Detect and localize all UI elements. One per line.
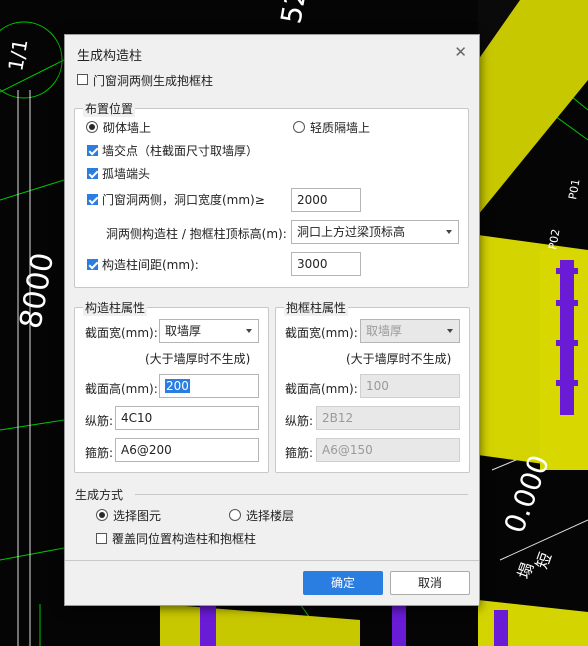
wall-intersection-label: 墙交点（柱截面尺寸取墙厚）	[102, 144, 259, 158]
cancel-button[interactable]: 取消	[390, 571, 470, 595]
radio-select-floor[interactable]	[229, 509, 241, 521]
opening-width-input[interactable]: 2000	[291, 188, 361, 212]
column-height-value: 200	[165, 379, 190, 393]
frame-props-legend: 抱框柱属性	[284, 299, 349, 316]
radio-masonry-label: 砌体墙上	[103, 121, 152, 135]
column-width-note: (大于墙厚时不生成)	[145, 352, 251, 366]
placement-legend: 布置位置	[83, 100, 136, 117]
overwrite-checkbox[interactable]	[96, 533, 107, 544]
radio-select-element[interactable]	[96, 509, 108, 521]
column-stirrup-input[interactable]: A6@200	[115, 438, 259, 462]
frame-stirrup-label: 箍筋:	[285, 446, 314, 460]
frame-width-label: 截面宽(mm):	[285, 326, 358, 340]
radio-light-wall[interactable]	[293, 121, 305, 133]
wall-end-checkbox[interactable]	[87, 168, 98, 179]
frame-long-bar-label: 纵筋:	[285, 414, 314, 428]
column-height-label: 截面高(mm):	[85, 382, 158, 396]
frame-stirrup-input[interactable]: A6@150	[316, 438, 460, 462]
column-width-select[interactable]: 取墙厚	[159, 319, 259, 343]
frame-width-value: 取墙厚	[366, 324, 403, 338]
radio-masonry[interactable]	[86, 121, 98, 133]
column-height-input[interactable]: 200	[159, 374, 259, 398]
frame-long-bar-input[interactable]: 2B12	[316, 406, 460, 430]
generate-divider	[135, 494, 468, 495]
generate-legend: 生成方式	[75, 488, 124, 502]
top-elevation-select[interactable]: 洞口上方过梁顶标高	[291, 220, 459, 244]
frame-column-checkbox-label: 门窗洞两侧生成抱框柱	[93, 74, 214, 88]
spacing-checkbox[interactable]	[87, 259, 98, 270]
frame-height-input[interactable]: 100	[360, 374, 460, 398]
spacing-input[interactable]: 3000	[291, 252, 361, 276]
door-window-label: 门窗洞两侧，洞口宽度(mm)≥	[102, 193, 265, 207]
footer-divider	[65, 560, 479, 561]
column-stirrup-label: 箍筋:	[85, 446, 114, 460]
column-long-bar-label: 纵筋:	[85, 414, 114, 428]
spacing-label: 构造柱间距(mm):	[102, 258, 199, 272]
close-icon[interactable]: ✕	[454, 44, 467, 60]
dialog-title: 生成构造柱	[77, 49, 143, 64]
frame-column-checkbox[interactable]	[77, 74, 88, 85]
column-props-legend: 构造柱属性	[83, 299, 148, 316]
radio-light-wall-label: 轻质隔墙上	[310, 121, 371, 135]
chevron-down-icon	[446, 230, 452, 234]
door-window-checkbox[interactable]	[87, 194, 98, 205]
chevron-down-icon	[447, 329, 453, 333]
frame-width-select[interactable]: 取墙厚	[360, 319, 460, 343]
frame-height-label: 截面高(mm):	[285, 382, 358, 396]
frame-width-note: (大于墙厚时不生成)	[346, 352, 452, 366]
column-width-label: 截面宽(mm):	[85, 326, 158, 340]
overwrite-label: 覆盖同位置构造柱和抱框柱	[112, 532, 257, 546]
top-elevation-value: 洞口上方过梁顶标高	[297, 225, 406, 239]
top-elevation-label: 洞两侧构造柱 / 抱框柱顶标高(m):	[106, 227, 287, 241]
column-width-value: 取墙厚	[165, 324, 202, 338]
ok-button[interactable]: 确定	[303, 571, 383, 595]
generate-column-dialog: 生成构造柱 ✕ 门窗洞两侧生成抱框柱 布置位置 砌体墙上 轻质隔墙上 墙交点（柱…	[64, 34, 480, 606]
wall-end-label: 孤墙端头	[102, 167, 151, 181]
wall-intersection-checkbox[interactable]	[87, 145, 98, 156]
column-long-bar-input[interactable]: 4C10	[115, 406, 259, 430]
radio-select-floor-label: 选择楼层	[246, 509, 295, 523]
radio-select-element-label: 选择图元	[113, 509, 162, 523]
chevron-down-icon	[246, 329, 252, 333]
